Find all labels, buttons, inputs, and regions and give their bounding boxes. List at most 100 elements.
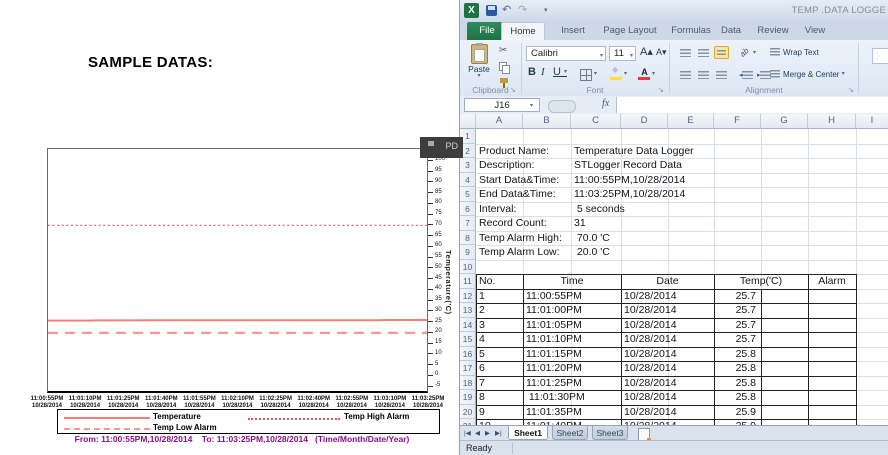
table-row-cell[interactable]: 25.8 bbox=[714, 390, 756, 405]
cell-c3-value[interactable]: STLogger Record Data bbox=[574, 158, 682, 173]
decrease-indent-icon[interactable]: ◂ bbox=[740, 68, 755, 81]
last-sheet-button[interactable]: ▶| bbox=[495, 429, 502, 437]
tab-formulas[interactable]: Formulas bbox=[665, 22, 717, 40]
table-row-cell[interactable]: 11:01:25PM bbox=[526, 376, 582, 391]
row-header-8[interactable]: 8 bbox=[460, 231, 476, 246]
cell-c5-value[interactable]: 11:03:25PM,10/28/2014 bbox=[574, 187, 685, 202]
table-row-cell[interactable]: 25.8 bbox=[714, 361, 756, 376]
column-header-c[interactable]: C bbox=[571, 114, 621, 129]
pd-window-fragment[interactable]: PD bbox=[420, 137, 463, 158]
chevron-down-icon[interactable]: ▾ bbox=[600, 50, 603, 63]
insert-function-icon[interactable]: fx bbox=[602, 98, 609, 109]
paste-button[interactable]: Paste ▾ bbox=[465, 44, 493, 91]
cell-a7-label[interactable]: Record Count: bbox=[479, 216, 547, 231]
select-all-corner[interactable] bbox=[460, 114, 476, 129]
table-row-cell[interactable]: 4 bbox=[479, 332, 485, 347]
sheet-tab-sheet1[interactable]: Sheet1 bbox=[508, 426, 548, 440]
column-header-f[interactable]: F bbox=[714, 114, 761, 129]
bold-button[interactable]: B bbox=[528, 66, 536, 78]
tab-insert[interactable]: Insert bbox=[553, 22, 593, 40]
row-header-12[interactable]: 12 bbox=[460, 289, 476, 304]
column-header-d[interactable]: D bbox=[621, 114, 668, 129]
table-row-cell[interactable]: 10/28/2014 bbox=[624, 332, 677, 347]
cell-c2-value[interactable]: Temperature Data Logger bbox=[574, 144, 694, 159]
align-right-icon[interactable] bbox=[714, 68, 729, 81]
tab-data[interactable]: Data bbox=[713, 22, 749, 40]
formula-input[interactable] bbox=[616, 97, 888, 113]
fill-color-dropdown-icon[interactable]: ▾ bbox=[624, 68, 627, 80]
row-header-14[interactable]: 14 bbox=[460, 318, 476, 333]
row-header-18[interactable]: 18 bbox=[460, 376, 476, 391]
row-header-7[interactable]: 7 bbox=[460, 216, 476, 231]
cell-a5-label[interactable]: End Data&Time: bbox=[479, 187, 556, 202]
cell-a8-label[interactable]: Temp Alarm High: bbox=[479, 231, 562, 246]
cell-a3-label[interactable]: Description: bbox=[479, 158, 534, 173]
table-row-cell[interactable]: 9 bbox=[479, 405, 485, 420]
redo-icon[interactable]: ↷ bbox=[518, 3, 527, 16]
save-icon[interactable] bbox=[486, 5, 497, 16]
table-row-cell[interactable]: 10/28/2014 bbox=[624, 303, 677, 318]
bottom-align-icon[interactable] bbox=[714, 46, 729, 59]
table-row-cell[interactable]: 11:00:55PM bbox=[526, 289, 582, 304]
row-header-15[interactable]: 15 bbox=[460, 332, 476, 347]
table-row-cell[interactable]: 11:01:20PM bbox=[526, 361, 582, 376]
table-row-cell[interactable]: 25.7 bbox=[714, 289, 756, 304]
table-row-cell[interactable]: 25.8 bbox=[714, 347, 756, 362]
tab-page-layout[interactable]: Page Layout bbox=[599, 22, 661, 40]
prev-sheet-button[interactable]: ◀ bbox=[475, 429, 480, 437]
table-row-cell[interactable]: 25.9 bbox=[714, 405, 756, 420]
row-header-11[interactable]: 11 bbox=[460, 274, 476, 289]
table-row-cell[interactable]: 10/28/2014 bbox=[624, 347, 677, 362]
row-header-5[interactable]: 5 bbox=[460, 187, 476, 202]
table-row-cell[interactable]: 3 bbox=[479, 318, 485, 333]
orientation-icon[interactable]: ab bbox=[738, 46, 751, 59]
name-box[interactable]: J16 bbox=[464, 98, 540, 112]
font-name-select[interactable]: Calibri ▾ bbox=[526, 46, 606, 61]
fill-color-icon[interactable]: ◆ bbox=[610, 67, 623, 80]
middle-align-icon[interactable] bbox=[696, 46, 711, 59]
cell-a2-label[interactable]: Product Name: bbox=[479, 144, 549, 159]
table-row-cell[interactable]: 11:01:30PM bbox=[526, 390, 585, 405]
paste-dropdown-icon[interactable]: ▾ bbox=[465, 74, 493, 79]
grow-font-icon[interactable]: A▴ bbox=[640, 45, 653, 58]
clipboard-dialog-launcher[interactable]: ↘ bbox=[510, 86, 516, 94]
row-header-9[interactable]: 9 bbox=[460, 245, 476, 260]
tab-review[interactable]: Review bbox=[751, 22, 795, 40]
column-header-h[interactable]: H bbox=[808, 114, 856, 129]
sheet-tab-sheet3[interactable]: Sheet3 bbox=[592, 426, 628, 440]
table-row-cell[interactable]: 10/28/2014 bbox=[624, 361, 677, 376]
table-row-cell[interactable]: 8 bbox=[479, 390, 485, 405]
table-row-cell[interactable]: 25.7 bbox=[714, 318, 756, 333]
align-left-icon[interactable] bbox=[678, 68, 693, 81]
table-row-cell[interactable]: 25.8 bbox=[714, 376, 756, 391]
table-row-cell[interactable]: 10/28/2014 bbox=[624, 318, 677, 333]
table-row-cell[interactable]: 7 bbox=[479, 376, 485, 391]
qat-dropdown-icon[interactable]: ▾ bbox=[544, 6, 548, 14]
column-header-e[interactable]: E bbox=[668, 114, 714, 129]
italic-button[interactable]: I bbox=[541, 66, 545, 78]
row-header-17[interactable]: 17 bbox=[460, 361, 476, 376]
font-color-icon[interactable]: A bbox=[638, 67, 651, 80]
row-header-6[interactable]: 6 bbox=[460, 202, 476, 217]
borders-dropdown-icon[interactable]: ▾ bbox=[594, 68, 597, 80]
table-row-cell[interactable]: 5 bbox=[479, 347, 485, 362]
first-sheet-button[interactable]: |◀ bbox=[464, 429, 471, 437]
column-header-g[interactable]: G bbox=[761, 114, 808, 129]
borders-icon[interactable] bbox=[580, 69, 592, 81]
table-row-cell[interactable]: 10/28/2014 bbox=[624, 376, 677, 391]
cell-c6-value[interactable]: 5 seconds bbox=[574, 202, 625, 217]
name-box-dropdown-icon[interactable]: ▾ bbox=[530, 102, 533, 109]
shrink-font-icon[interactable]: A▾ bbox=[656, 47, 667, 58]
row-header-3[interactable]: 3 bbox=[460, 158, 476, 173]
alignment-dialog-launcher[interactable]: ↘ bbox=[848, 86, 854, 94]
cell-c9-value[interactable]: 20.0 'C bbox=[574, 245, 610, 260]
table-row-cell[interactable]: 25.7 bbox=[714, 332, 756, 347]
table-row-cell[interactable]: 10/28/2014 bbox=[624, 289, 677, 304]
tab-home[interactable]: Home bbox=[501, 22, 545, 40]
font-size-select[interactable]: 11 ▾ bbox=[609, 46, 636, 61]
table-row-cell[interactable]: 11:01:15PM bbox=[526, 347, 582, 362]
row-header-10[interactable]: 10 bbox=[460, 260, 476, 275]
merge-center-button[interactable]: Merge & Center ▾ bbox=[770, 70, 845, 79]
wrap-text-button[interactable]: Wrap Text bbox=[770, 48, 819, 57]
cell-c4-value[interactable]: 11:00:55PM,10/28/2014 bbox=[574, 173, 685, 188]
